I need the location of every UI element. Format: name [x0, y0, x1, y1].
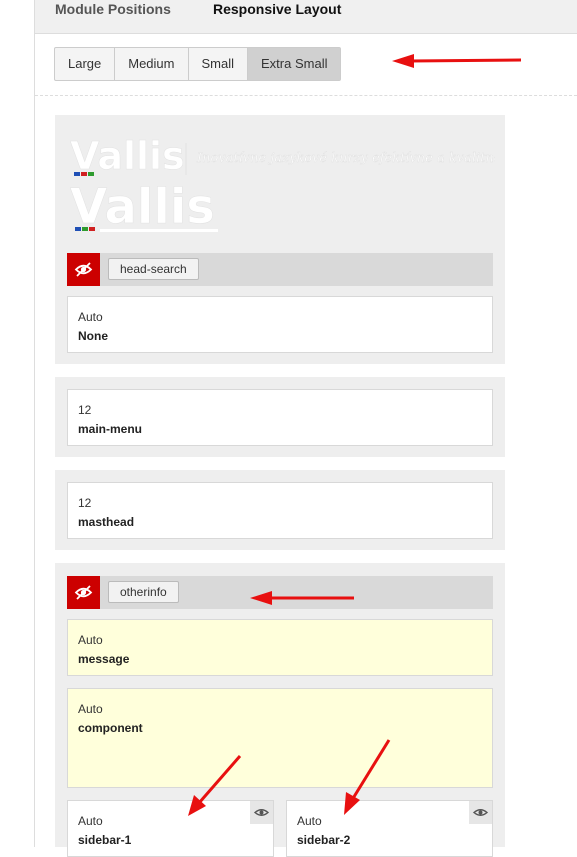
cell-width: Auto	[78, 814, 103, 828]
position-cell[interactable]: 12 masthead	[67, 482, 493, 539]
medium-button[interactable]: Medium	[115, 48, 189, 80]
cell-width: Auto	[78, 702, 103, 716]
cell-name: masthead	[78, 515, 135, 529]
cell-width: 12	[78, 403, 92, 417]
device-button-group: Large Medium Small Extra Small	[54, 47, 342, 81]
eye-icon	[472, 809, 489, 816]
device-toolbar: Large Medium Small Extra Small	[35, 34, 577, 96]
visibility-toggle[interactable]	[250, 801, 273, 824]
hide-toggle-button[interactable]	[67, 576, 100, 609]
position-tag: head-search	[108, 258, 199, 280]
small-button[interactable]: Small	[189, 48, 249, 80]
cell-name: None	[78, 329, 108, 343]
position-cell[interactable]: Auto None	[67, 296, 493, 353]
cell-name: main-menu	[78, 422, 143, 436]
position-cell[interactable]: Auto sidebar-2	[286, 800, 493, 857]
tab-module-positions[interactable]: Module Positions	[55, 1, 171, 17]
extra-small-button[interactable]: Extra Small	[248, 48, 341, 80]
cell-width: Auto	[297, 814, 322, 828]
tab-responsive-layout[interactable]: Responsive Layout	[213, 1, 341, 17]
position-cell[interactable]: Auto message	[67, 619, 493, 676]
head-search-row-bar: head-search	[67, 253, 493, 286]
large-button[interactable]: Large	[55, 48, 116, 80]
position-cell[interactable]: Auto sidebar-1	[67, 800, 274, 857]
position-tag: otherinfo	[108, 581, 179, 603]
eye-slash-icon	[74, 585, 93, 600]
otherinfo-row-bar: otherinfo	[67, 576, 493, 609]
cell-name: message	[78, 652, 130, 666]
left-border	[34, 0, 35, 847]
position-cell[interactable]: Auto component	[67, 688, 493, 788]
cell-width: 12	[78, 496, 92, 510]
logo: Vallis Inovatívne jazykové kurzy efektív…	[70, 134, 502, 243]
logo-tagline: Inovatívne jazykové kurzy efektívne a kv…	[196, 151, 495, 166]
cell-name: sidebar-2	[297, 833, 351, 847]
cell-width: Auto	[78, 310, 103, 324]
logo-text-top: Vallis	[70, 135, 185, 178]
cell-name: component	[78, 721, 143, 735]
position-cell[interactable]: 12 main-menu	[67, 389, 493, 446]
visibility-toggle[interactable]	[469, 801, 492, 824]
logo-text-bottom: Vallis	[70, 179, 215, 235]
eye-icon	[253, 809, 270, 816]
hide-toggle-button[interactable]	[67, 253, 100, 286]
tab-bar: Module Positions Responsive Layout	[35, 0, 577, 34]
cell-name: sidebar-1	[78, 833, 132, 847]
eye-slash-icon	[74, 262, 93, 277]
cell-width: Auto	[78, 633, 103, 647]
